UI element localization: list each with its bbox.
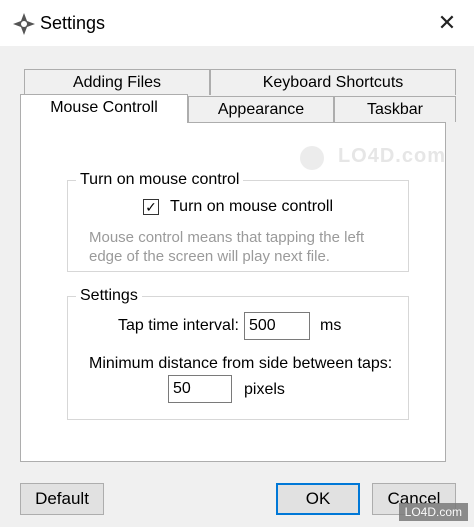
min-distance-label: Minimum distance from side between taps: xyxy=(89,355,393,372)
tap-interval-input[interactable] xyxy=(244,312,310,340)
mouse-control-checkbox[interactable]: ✓ xyxy=(143,199,159,215)
mouse-control-legend: Turn on mouse control xyxy=(76,170,244,190)
tap-interval-unit: ms xyxy=(320,317,342,334)
tab-mouse-controll[interactable]: Mouse Controll xyxy=(20,94,188,123)
tap-interval-label: Tap time interval: xyxy=(118,317,239,334)
mouse-control-description: Mouse control means that tapping the lef… xyxy=(89,229,365,265)
app-logo-icon xyxy=(13,13,35,35)
default-button[interactable]: Default xyxy=(20,483,104,515)
ok-button[interactable]: OK xyxy=(276,483,360,515)
watermark-logo-icon xyxy=(300,146,324,170)
tab-appearance[interactable]: Appearance xyxy=(188,96,334,122)
tab-adding-files[interactable]: Adding Files xyxy=(24,69,210,95)
tab-keyboard-shortcuts[interactable]: Keyboard Shortcuts xyxy=(210,69,456,95)
min-distance-unit: pixels xyxy=(244,381,285,398)
title-bar: Settings ✕ xyxy=(0,0,474,46)
settings-window: Settings ✕ Adding Files Keyboard Shortcu… xyxy=(0,0,474,527)
watermark-footer: LO4D.com xyxy=(398,503,468,521)
close-button[interactable]: ✕ xyxy=(434,10,460,36)
mouse-control-checkbox-label[interactable]: Turn on mouse controll xyxy=(170,197,333,217)
min-distance-input[interactable] xyxy=(168,375,232,403)
watermark-text: LO4D.com xyxy=(337,145,446,167)
tab-taskbar[interactable]: Taskbar xyxy=(334,96,456,122)
window-title: Settings xyxy=(40,13,106,33)
settings-legend: Settings xyxy=(76,286,142,306)
